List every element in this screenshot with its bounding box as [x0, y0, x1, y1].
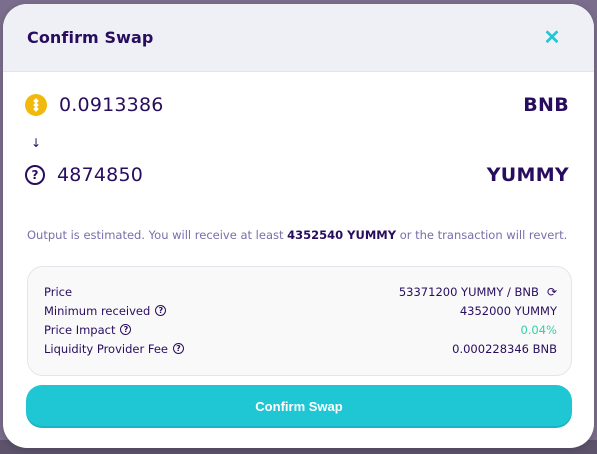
price-impact-label: Price Impact — [44, 322, 116, 337]
help-icon[interactable]: ? — [155, 305, 167, 316]
swap-input-row: 0.0913386 BNB — [25, 94, 569, 116]
help-icon[interactable]: ? — [120, 324, 132, 335]
estimate-note: Output is estimated. You will receive at… — [27, 228, 575, 242]
note-prefix: Output is estimated. You will receive at… — [27, 228, 288, 242]
unknown-token-icon: ? — [25, 165, 45, 185]
help-icon[interactable]: ? — [173, 343, 184, 354]
lp-fee-label: Liquidity Provider Fee — [44, 341, 168, 356]
note-min-amount: 4352540 YUMMY — [287, 228, 397, 242]
price-impact-value: 0.04% — [520, 322, 557, 337]
swap-details-panel: Price 53371200 YUMMY / BNB ⟳ Minimum rec… — [27, 266, 572, 376]
price-row: Price 53371200 YUMMY / BNB ⟳ — [44, 282, 557, 301]
note-suffix: or the transaction will revert. — [396, 228, 568, 242]
price-impact-row: Price Impact ? 0.04% — [44, 320, 557, 339]
lp-fee-value: 0.000228346 BNB — [452, 341, 557, 356]
input-token-symbol: BNB — [523, 94, 569, 116]
price-label: Price — [44, 284, 73, 299]
swap-output-row: ? 4874850 YUMMY — [25, 164, 569, 186]
confirm-swap-modal: Confirm Swap ✕ 0.0913386 BNB ↓ ? 4874850… — [3, 4, 594, 448]
output-amount: 4874850 — [57, 164, 144, 186]
minimum-received-row: Minimum received ? 4352000 YUMMY — [44, 301, 557, 320]
minimum-received-value: 4352000 YUMMY — [459, 303, 557, 318]
close-icon[interactable]: ✕ — [540, 26, 564, 50]
input-amount: 0.0913386 — [59, 94, 164, 116]
minimum-received-label: Minimum received — [44, 303, 151, 318]
refresh-icon[interactable]: ⟳ — [547, 285, 557, 299]
modal-title: Confirm Swap — [27, 28, 154, 47]
modal-header: Confirm Swap ✕ — [3, 4, 594, 72]
confirm-swap-button[interactable]: Confirm Swap — [26, 385, 572, 428]
arrow-down-icon: ↓ — [31, 136, 42, 150]
lp-fee-row: Liquidity Provider Fee ? 0.000228346 BNB — [44, 339, 557, 358]
bnb-token-icon — [25, 94, 47, 116]
output-token-symbol: YUMMY — [486, 164, 569, 186]
price-value: 53371200 YUMMY / BNB — [398, 284, 539, 299]
